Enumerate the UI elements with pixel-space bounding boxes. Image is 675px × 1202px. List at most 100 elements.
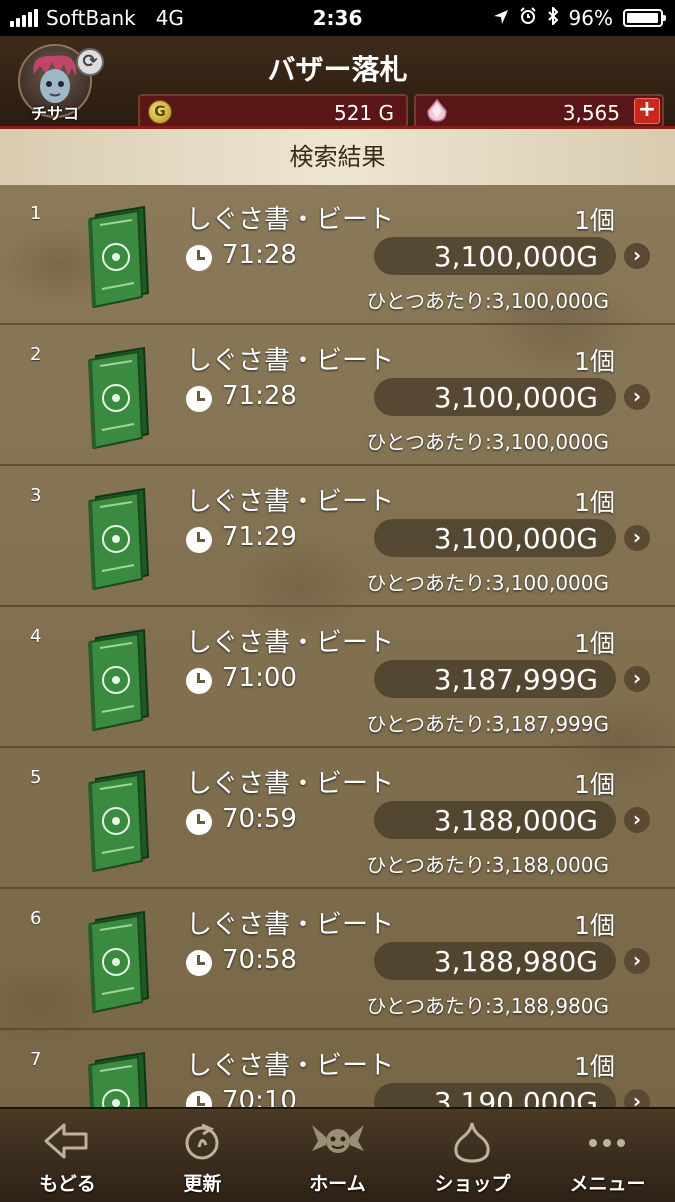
item-price: 3,100,000G xyxy=(433,381,598,414)
chevron-right-icon[interactable]: › xyxy=(624,1089,650,1107)
gem-icon xyxy=(427,99,447,122)
list-item[interactable]: 3 しぐさ書・ビート 1個 71:29 3,100,000G › ひとつあたり:… xyxy=(0,467,675,607)
clock-icon xyxy=(186,386,212,412)
item-quantity: 1個 xyxy=(574,206,615,235)
item-name: しぐさ書・ビート xyxy=(186,487,395,517)
item-index: 2 xyxy=(30,344,42,365)
item-quantity: 1個 xyxy=(574,488,615,517)
green-book-icon xyxy=(88,487,150,591)
nav-back-label: もどる xyxy=(39,1173,96,1195)
item-price: 3,188,000G xyxy=(433,804,598,837)
page-title: バザー落札 xyxy=(267,53,408,86)
chevron-right-icon[interactable]: › xyxy=(624,666,650,692)
item-name: しぐさ書・ビート xyxy=(186,346,395,376)
time-remaining: 70:58 xyxy=(222,945,297,975)
item-index: 5 xyxy=(30,767,42,788)
gold-display: G 521 G xyxy=(138,94,408,128)
green-book-icon xyxy=(88,1051,148,1107)
green-book-icon xyxy=(88,769,150,873)
time-remaining: 71:28 xyxy=(222,240,297,270)
section-title: 検索結果 xyxy=(0,129,675,185)
green-book-icon xyxy=(88,346,150,450)
item-quantity: 1個 xyxy=(574,347,615,376)
item-index: 1 xyxy=(30,203,42,224)
clock-icon xyxy=(186,245,212,271)
more-dots-icon xyxy=(589,1139,625,1147)
chevron-right-icon[interactable]: › xyxy=(624,948,650,974)
price-pill: 3,190,000G xyxy=(374,1083,616,1107)
list-item[interactable]: 5 しぐさ書・ビート 1個 70:59 3,188,000G › ひとつあたり:… xyxy=(0,749,675,889)
result-list[interactable]: 1 しぐさ書・ビート 1個 71:28 3,100,000G › ひとつあたり:… xyxy=(0,185,675,1107)
clock-icon xyxy=(186,1091,212,1107)
list-item[interactable]: 1 しぐさ書・ビート 1個 71:28 3,100,000G › ひとつあたり:… xyxy=(0,185,675,325)
chevron-right-icon[interactable]: › xyxy=(624,243,650,269)
price-pill: 3,100,000G xyxy=(374,519,616,557)
item-name: しぐさ書・ビート xyxy=(186,1051,395,1081)
slime-icon xyxy=(454,1122,490,1163)
unit-price: ひとつあたり:3,188,980G xyxy=(366,994,609,1018)
unit-price: ひとつあたり:3,100,000G xyxy=(366,571,609,595)
time-remaining: 70:10 xyxy=(222,1086,297,1107)
chevron-right-icon[interactable]: › xyxy=(624,807,650,833)
gem-display: 3,565 + xyxy=(414,94,664,128)
nav-refresh-label: 更新 xyxy=(183,1173,222,1195)
item-name: しぐさ書・ビート xyxy=(186,205,395,235)
clock-icon xyxy=(186,668,212,694)
list-item[interactable]: 4 しぐさ書・ビート 1個 71:00 3,187,999G › ひとつあたり:… xyxy=(0,608,675,748)
nav-home[interactable]: ホーム xyxy=(270,1109,405,1202)
back-arrow-icon xyxy=(44,1123,88,1159)
clock-icon xyxy=(186,527,212,553)
green-book-icon xyxy=(88,205,150,309)
list-item[interactable]: 2 しぐさ書・ビート 1個 71:28 3,100,000G › ひとつあたり:… xyxy=(0,326,675,466)
time-remaining: 70:59 xyxy=(222,804,297,834)
item-index: 7 xyxy=(30,1049,42,1070)
list-item[interactable]: 7 しぐさ書・ビート 1個 70:10 3,190,000G › xyxy=(0,1031,675,1107)
nav-back[interactable]: もどる xyxy=(0,1109,135,1202)
chevron-right-icon[interactable]: › xyxy=(624,525,650,551)
nav-shop-label: ショップ xyxy=(434,1173,511,1195)
bottom-nav: もどる 更新 ホーム ショップ メニュー xyxy=(0,1107,675,1202)
add-gems-button[interactable]: + xyxy=(634,98,660,124)
time-remaining: 71:00 xyxy=(222,663,297,693)
list-item[interactable]: 6 しぐさ書・ビート 1個 70:58 3,188,980G › ひとつあたり:… xyxy=(0,890,675,1030)
nav-menu[interactable]: メニュー xyxy=(540,1109,675,1202)
nav-menu-label: メニュー xyxy=(569,1173,646,1195)
green-book-icon xyxy=(88,628,150,732)
refresh-icon xyxy=(185,1123,219,1160)
unit-price: ひとつあたり:3,100,000G xyxy=(366,289,609,313)
item-price: 3,187,999G xyxy=(433,663,598,696)
item-name: しぐさ書・ビート xyxy=(186,769,395,799)
price-pill: 3,100,000G xyxy=(374,237,616,275)
player-name: チサコ xyxy=(30,104,79,123)
nav-refresh[interactable]: 更新 xyxy=(135,1109,270,1202)
item-quantity: 1個 xyxy=(574,770,615,799)
unit-price: ひとつあたり:3,187,999G xyxy=(366,712,609,736)
item-name: しぐさ書・ビート xyxy=(186,910,395,940)
unit-price: ひとつあたり:3,100,000G xyxy=(366,430,609,454)
location-icon xyxy=(493,6,509,30)
clock-icon xyxy=(186,809,212,835)
item-quantity: 1個 xyxy=(574,629,615,658)
status-bar: SoftBank 4G 2:36 96% xyxy=(0,0,675,36)
item-index: 4 xyxy=(30,626,42,647)
chevron-right-icon[interactable]: › xyxy=(624,384,650,410)
gold-coin-icon: G xyxy=(148,100,172,124)
item-index: 6 xyxy=(30,908,42,929)
item-price: 3,188,980G xyxy=(433,945,598,978)
price-pill: 3,188,000G xyxy=(374,801,616,839)
green-book-icon xyxy=(88,910,150,1014)
item-name: しぐさ書・ビート xyxy=(186,628,395,658)
battery-percent: 96% xyxy=(568,6,613,30)
battery-icon xyxy=(623,9,666,27)
alarm-icon xyxy=(519,6,537,30)
nav-shop[interactable]: ショップ xyxy=(405,1109,540,1202)
unit-price: ひとつあたり:3,188,000G xyxy=(366,853,609,877)
nav-home-label: ホーム xyxy=(309,1173,366,1195)
item-price: 3,190,000G xyxy=(433,1086,598,1107)
gold-value: 521 G xyxy=(333,101,394,125)
time-remaining: 71:29 xyxy=(222,522,297,552)
header: チサコ ⟳ バザー落札 G 521 G 3,565 + xyxy=(0,36,675,129)
price-pill: 3,188,980G xyxy=(374,942,616,980)
time-remaining: 71:28 xyxy=(222,381,297,411)
bluetooth-icon xyxy=(547,5,559,30)
